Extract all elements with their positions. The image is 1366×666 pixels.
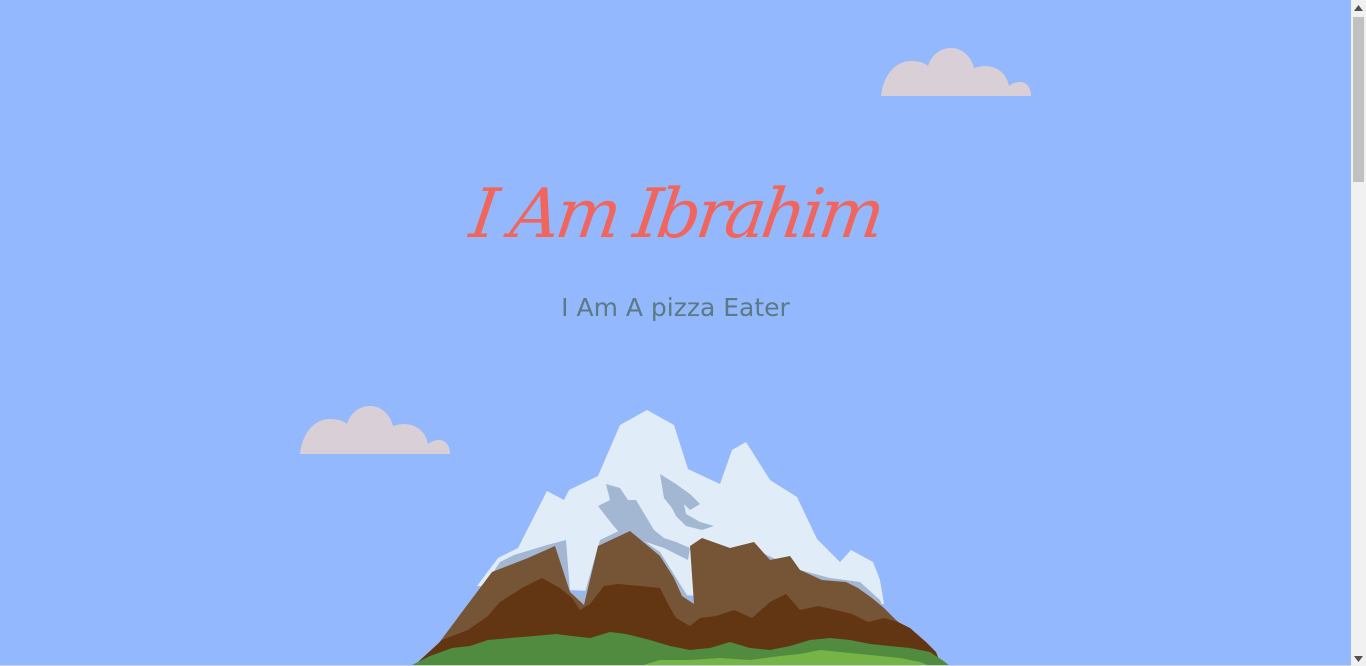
scroll-down-arrow-icon[interactable] xyxy=(1351,651,1366,666)
mountain-illustration xyxy=(412,410,949,665)
cloud-top xyxy=(881,48,1031,96)
hero-title: I Am Ibrahim xyxy=(465,175,886,254)
vertical-scrollbar[interactable] xyxy=(1351,0,1366,666)
scroll-up-arrow-icon[interactable] xyxy=(1351,0,1366,15)
hero-subtitle: I Am A pizza Eater xyxy=(561,293,790,322)
cloud-top-shape xyxy=(881,48,1031,96)
page-viewport: I Am Ibrahim I Am A pizza Eater xyxy=(0,0,1351,665)
hero-section: I Am Ibrahim I Am A pizza Eater xyxy=(0,0,1351,665)
scrollbar-thumb[interactable] xyxy=(1353,17,1364,182)
